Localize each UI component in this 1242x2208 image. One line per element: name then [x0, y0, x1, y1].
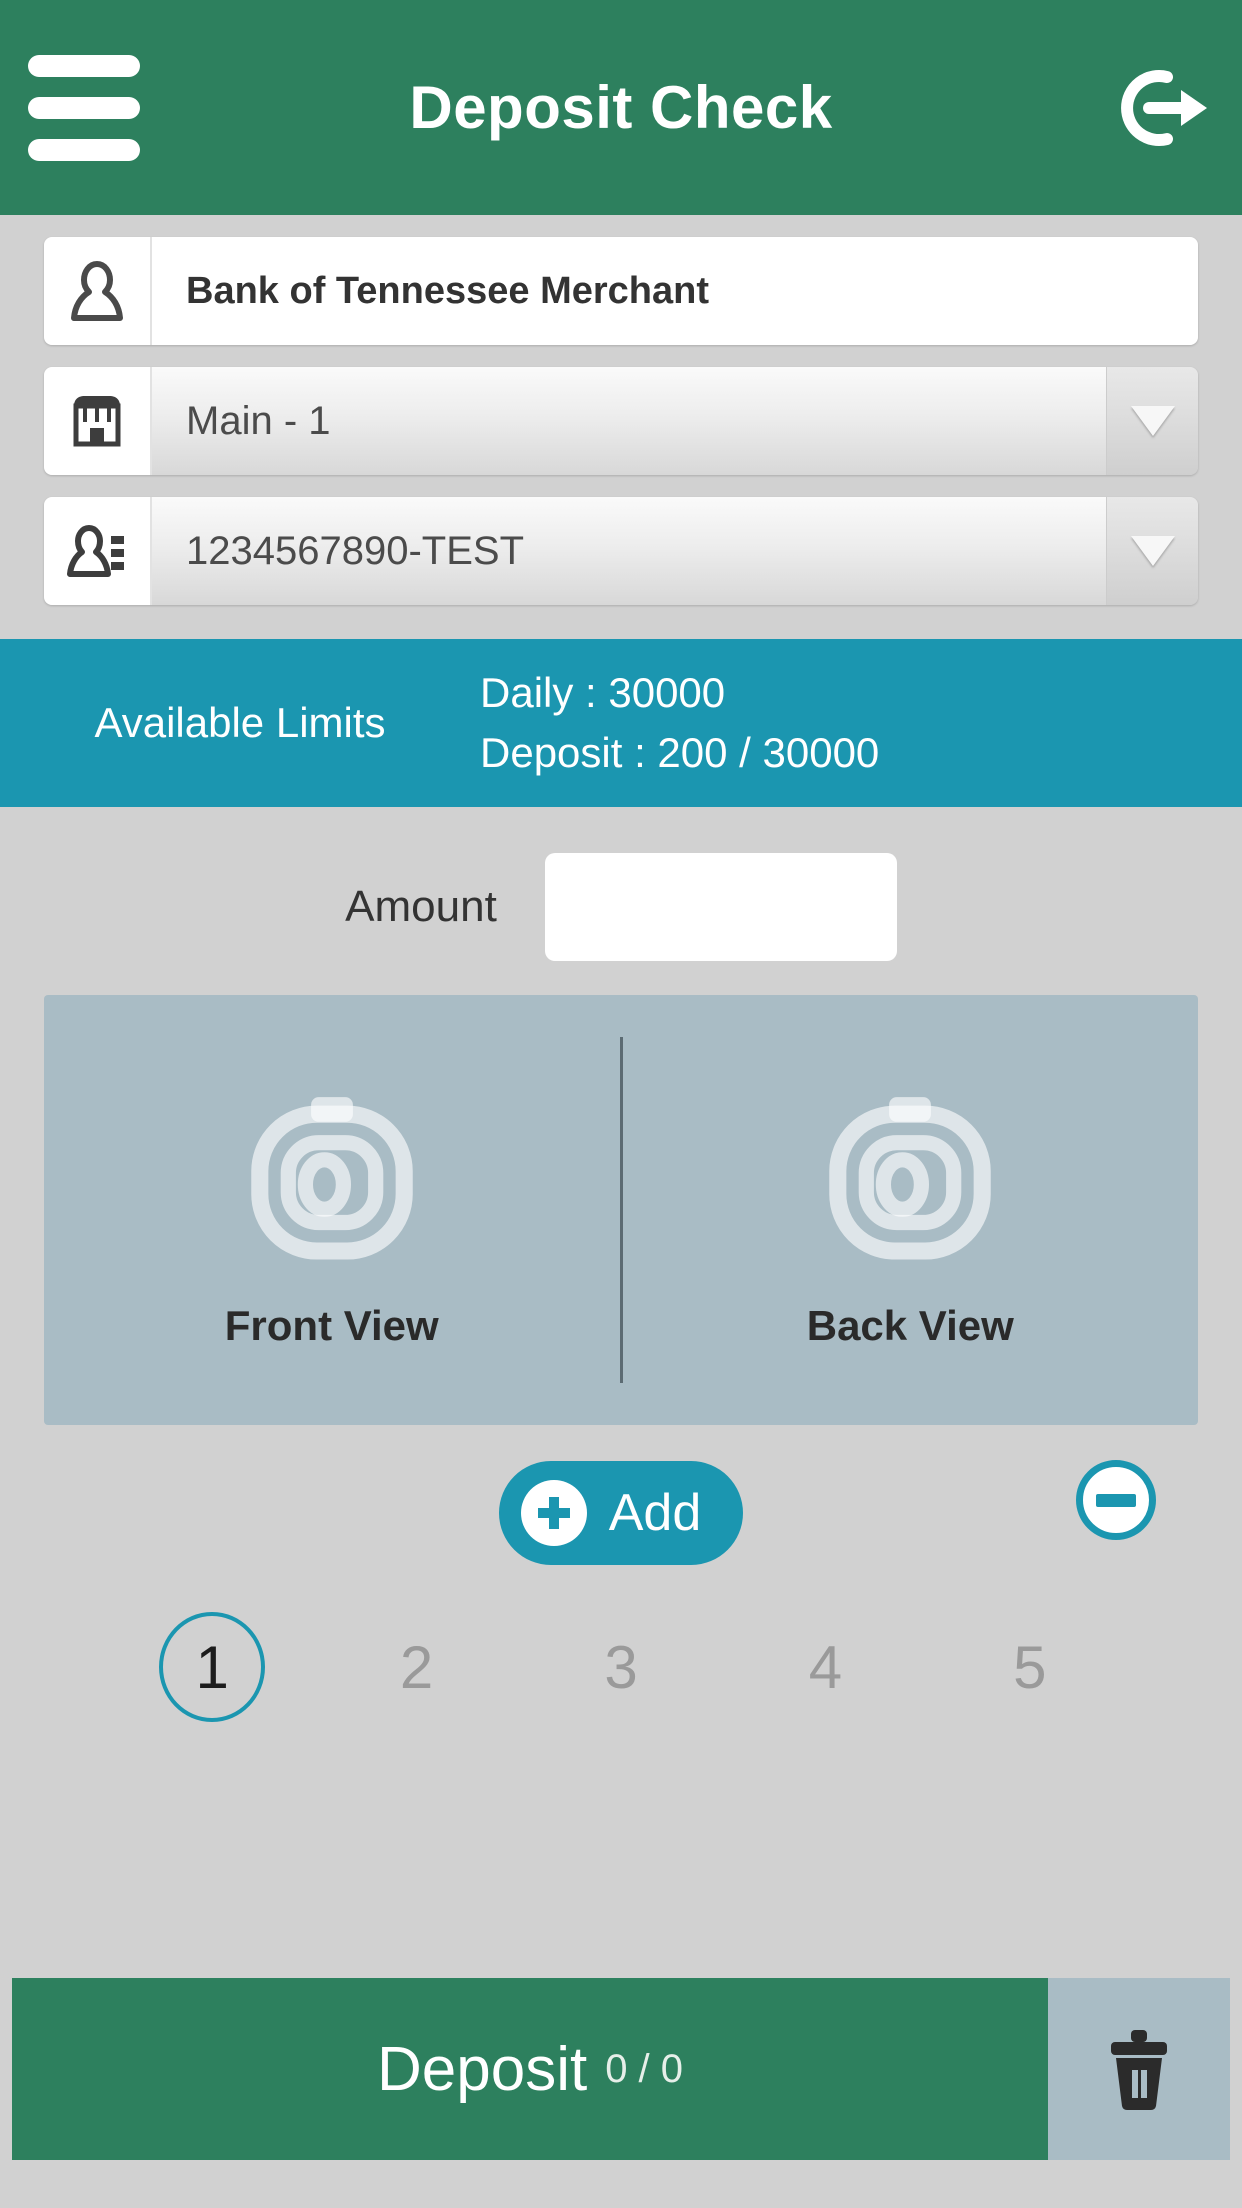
limits-label: Available Limits [94, 699, 386, 746]
camera-icon [829, 1097, 991, 1260]
camera-icon [251, 1097, 413, 1260]
person-glyph [71, 261, 123, 321]
limits-values: Daily : 30000 Deposit : 200 / 30000 [480, 669, 879, 777]
merchant-name: Bank of Tennessee Merchant [152, 237, 1198, 345]
account-list-icon [44, 497, 152, 605]
account-glyph [67, 525, 124, 577]
back-view-label: Back View [806, 1302, 1014, 1349]
page-title: Deposit Check [409, 74, 833, 141]
deposit-button[interactable]: Deposit 0 / 0 [12, 1978, 1048, 2160]
account-value: 1234567890-TEST [152, 497, 1106, 605]
page-number: 3 [604, 1633, 638, 1701]
page-item-5[interactable]: 5 [928, 1601, 1132, 1733]
app-header: Deposit Check [0, 0, 1242, 215]
store-glyph [73, 396, 121, 447]
minus-glyph [1096, 1493, 1136, 1507]
page-number: 2 [399, 1633, 434, 1701]
hamburger-bar [28, 54, 140, 77]
page-item-3[interactable]: 3 [519, 1601, 723, 1733]
check-pagination: 1 2 3 4 5 [0, 1575, 1242, 1733]
page-item-1[interactable]: 1 [110, 1601, 314, 1733]
available-limits-banner: Available Limits Daily : 30000 Deposit :… [0, 639, 1242, 807]
form-fields: Bank of Tennessee Merchant Main - 1 1234… [0, 215, 1242, 627]
page-number: 4 [808, 1633, 843, 1701]
amount-input[interactable] [544, 853, 897, 961]
bottom-action-bar: Deposit 0 / 0 [12, 1978, 1230, 2160]
plus-circle-icon [520, 1480, 587, 1546]
add-button-label: Add [608, 1484, 702, 1542]
back-view-capture[interactable]: Back View [623, 995, 1199, 1425]
daily-limit: Daily : 30000 [480, 669, 726, 716]
merchant-field: Bank of Tennessee Merchant [44, 237, 1198, 345]
page-item-2[interactable]: 2 [314, 1601, 518, 1733]
deposit-button-label: Deposit [376, 2034, 588, 2104]
person-icon [44, 237, 152, 345]
chevron-down-icon[interactable] [1106, 367, 1198, 475]
amount-label: Amount [345, 882, 497, 931]
store-icon [44, 367, 152, 475]
remove-button[interactable] [1076, 1460, 1156, 1540]
page-item-4[interactable]: 4 [723, 1601, 927, 1733]
deposit-check-screen: Deposit Check Bank of Tennessee Merchant [0, 0, 1242, 2208]
account-select[interactable]: 1234567890-TEST [44, 497, 1198, 605]
deposit-count: 0 / 0 [605, 2046, 684, 2091]
hamburger-menu-icon[interactable] [28, 52, 140, 164]
add-button[interactable]: Add [498, 1461, 744, 1565]
page-number: 1 [159, 1612, 266, 1722]
hamburger-bar [28, 138, 140, 161]
layout-spacer [0, 1733, 1242, 1978]
page-number: 5 [1013, 1633, 1047, 1701]
hamburger-bar [28, 96, 140, 119]
front-view-label: Front View [224, 1302, 439, 1349]
deposit-limit: Deposit : 200 / 30000 [480, 729, 880, 776]
chevron-down-icon[interactable] [1106, 497, 1198, 605]
front-view-capture[interactable]: Front View [44, 995, 620, 1425]
trash-icon [1111, 2030, 1167, 2110]
amount-row: Amount [0, 807, 1242, 995]
plus-glyph [537, 1497, 570, 1529]
location-value: Main - 1 [152, 367, 1106, 475]
logout-glyph [1121, 69, 1207, 146]
logout-icon[interactable] [1104, 53, 1214, 163]
check-actions: Add [0, 1425, 1242, 1575]
location-select[interactable]: Main - 1 [44, 367, 1198, 475]
check-capture-panel: Front View Back View [44, 995, 1198, 1425]
trash-button[interactable] [1048, 1978, 1230, 2160]
